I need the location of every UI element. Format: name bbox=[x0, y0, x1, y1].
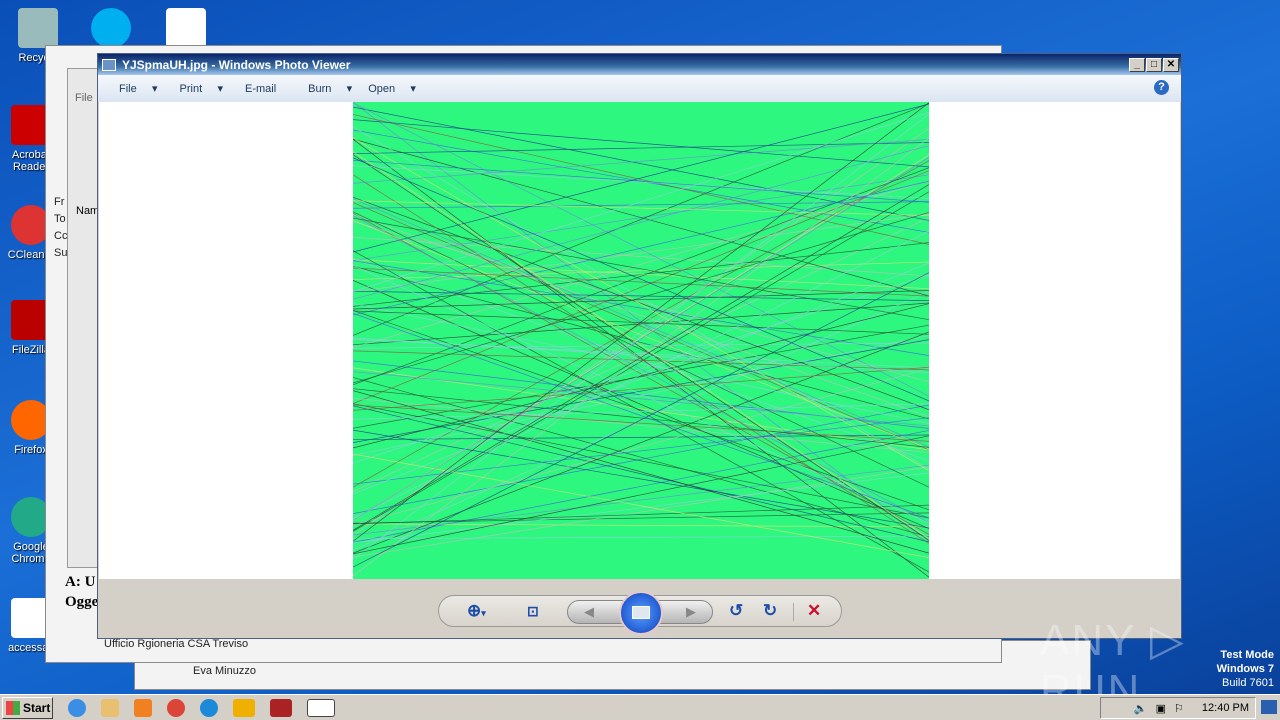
photo-line bbox=[353, 119, 929, 168]
zoom-icon[interactable]: ⊕▾ bbox=[467, 601, 486, 621]
photo-line bbox=[353, 114, 929, 245]
start-button[interactable]: Start bbox=[2, 696, 53, 719]
contact-name: Eva Minuzzo bbox=[193, 665, 256, 677]
title-bar[interactable]: YJSpmaUH.jpg - Windows Photo Viewer _ □ ✕ bbox=[98, 54, 1181, 75]
winrar-task[interactable] bbox=[270, 698, 292, 717]
menu-burn[interactable]: Burn ▾ bbox=[308, 82, 352, 95]
window-title: YJSpmaUH.jpg - Windows Photo Viewer bbox=[122, 57, 351, 72]
photo-line bbox=[353, 303, 929, 449]
contact-name: Ufficio Rgioneria CSA Treviso bbox=[104, 638, 249, 650]
photo-line bbox=[353, 180, 929, 316]
photo-line bbox=[353, 429, 929, 529]
taskbar: Start 🔈 ▣ ⚐ 12:40 PM bbox=[0, 694, 1280, 720]
photo-viewer-window[interactable]: YJSpmaUH.jpg - Windows Photo Viewer _ □ ✕ … bbox=[97, 53, 1182, 639]
menu-open[interactable]: Open ▾ bbox=[368, 82, 416, 95]
menu-file[interactable]: File ▾ bbox=[119, 82, 158, 95]
label: Firefox bbox=[14, 444, 48, 456]
displayed-photo bbox=[353, 102, 929, 579]
photo-line bbox=[353, 137, 929, 577]
photo-line bbox=[353, 127, 929, 536]
help-icon[interactable]: ? bbox=[1154, 80, 1169, 95]
photo-line bbox=[353, 165, 929, 199]
windows-logo-icon bbox=[6, 700, 20, 715]
photo-line bbox=[353, 157, 929, 402]
fit-icon[interactable]: ⊡ bbox=[527, 603, 539, 620]
divider bbox=[793, 603, 794, 621]
photo-line bbox=[353, 403, 929, 420]
photo-line bbox=[353, 398, 929, 453]
previous-icon[interactable]: ◀ bbox=[584, 604, 594, 620]
media-player-icon[interactable] bbox=[134, 698, 152, 717]
system-tray: 🔈 ▣ ⚐ 12:40 PM bbox=[1100, 697, 1256, 719]
photo-line bbox=[353, 142, 929, 154]
edge-icon[interactable] bbox=[200, 698, 218, 717]
photo-line bbox=[353, 331, 929, 554]
maximize-button[interactable]: □ bbox=[1146, 57, 1162, 72]
photo-line bbox=[353, 280, 929, 529]
close-button[interactable]: ✕ bbox=[1163, 57, 1179, 72]
menu-email[interactable]: E-mail bbox=[245, 83, 276, 95]
photo-line bbox=[353, 453, 929, 558]
photo-line bbox=[353, 214, 929, 417]
photo-line bbox=[353, 217, 929, 492]
flag-icon[interactable]: ⚐ bbox=[1174, 702, 1184, 715]
photo-line bbox=[353, 260, 929, 356]
rotate-right-icon[interactable]: ↻ bbox=[763, 601, 777, 621]
photo-viewer-task[interactable] bbox=[307, 698, 335, 717]
minimize-button[interactable]: _ bbox=[1129, 57, 1145, 72]
ie-icon[interactable] bbox=[68, 698, 86, 717]
photo-line bbox=[353, 290, 929, 310]
photo-line bbox=[353, 138, 929, 184]
menu-print[interactable]: Print ▾ bbox=[180, 82, 223, 95]
photo-line bbox=[353, 302, 929, 346]
chrome-icon[interactable] bbox=[167, 698, 185, 717]
file-menu[interactable]: File bbox=[75, 92, 93, 104]
photo-line bbox=[353, 103, 929, 336]
outlook-task[interactable] bbox=[233, 698, 255, 717]
image-view[interactable] bbox=[99, 102, 1180, 579]
show-desktop-button[interactable] bbox=[1261, 700, 1277, 714]
rotate-left-icon[interactable]: ↺ bbox=[729, 601, 743, 621]
photo-line bbox=[353, 272, 929, 568]
mail-fields: Fr To Cc Su bbox=[54, 196, 68, 259]
clock[interactable]: 12:40 PM bbox=[1202, 702, 1249, 714]
mail-to: A: U bbox=[65, 574, 96, 590]
slideshow-button[interactable] bbox=[619, 591, 663, 635]
network-icon[interactable]: ▣ bbox=[1156, 702, 1166, 715]
photo-line bbox=[353, 113, 929, 560]
photo-line bbox=[353, 310, 929, 511]
photo-line bbox=[353, 265, 929, 420]
test-mode-text: Test Mode Windows 7 Build 7601 bbox=[1216, 649, 1274, 689]
photo-line bbox=[353, 368, 929, 526]
delete-icon[interactable]: ✕ bbox=[807, 601, 821, 621]
viewer-toolbar: ⊕▾ ⊡ ◀ ▶ ↺ ↻ ✕ bbox=[438, 591, 842, 635]
photo-line bbox=[353, 156, 929, 521]
explorer-icon[interactable] bbox=[101, 698, 119, 717]
slideshow-icon bbox=[632, 606, 650, 619]
next-icon[interactable]: ▶ bbox=[686, 604, 696, 620]
mail-subject: Ogge bbox=[65, 594, 99, 610]
volume-icon[interactable]: 🔈 bbox=[1134, 702, 1148, 715]
background-explorer-pane[interactable]: File Nam bbox=[67, 68, 99, 568]
column-header: Nam bbox=[76, 205, 100, 217]
photo-viewer-icon bbox=[102, 58, 116, 71]
menu-bar: File ▾ Print ▾ E-mail Burn ▾ Open ▾ ? bbox=[98, 75, 1181, 102]
